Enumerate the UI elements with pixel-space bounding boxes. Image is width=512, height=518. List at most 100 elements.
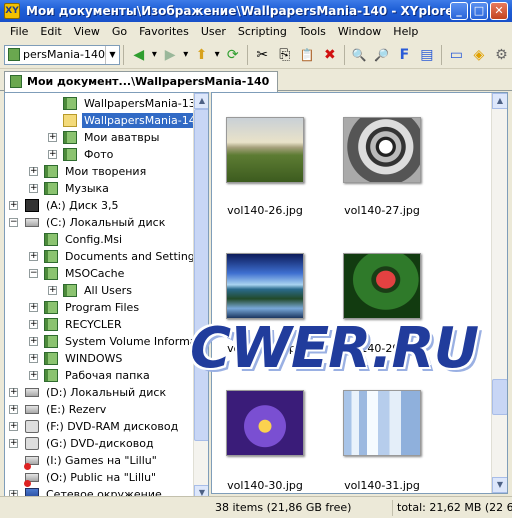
back-dropdown-icon[interactable]: ▾ <box>151 44 159 66</box>
file-name[interactable]: vol140-30.jpg <box>215 479 315 492</box>
title-bar[interactable]: XY Мои документы\Изображение\WallpapersM… <box>0 0 512 22</box>
tree-item[interactable]: WallpapersMania-138 <box>5 95 203 112</box>
menu-tools[interactable]: Tools <box>293 25 332 38</box>
thumbnail-image[interactable] <box>226 390 304 456</box>
thumbnail-image[interactable] <box>226 117 304 183</box>
tree-item[interactable]: + RECYCLER <box>5 316 193 333</box>
menu-go[interactable]: Go <box>106 25 133 38</box>
address-input[interactable]: persMania-140\ <box>23 48 105 61</box>
tree-item[interactable]: + (G:) DVD-дисковод <box>5 435 193 452</box>
tree-item[interactable]: + All Users <box>5 282 193 299</box>
tree-item[interactable]: + System Volume Information <box>5 333 208 350</box>
files-vertical-scrollbar[interactable]: ▲ ▼ <box>491 93 507 493</box>
thumbnail-image[interactable] <box>343 253 421 319</box>
file-name[interactable]: vol140-31.jpg <box>332 479 432 492</box>
paste-icon[interactable]: 📋 <box>297 44 319 66</box>
catalog-icon[interactable]: ◈ <box>468 44 490 66</box>
address-dropdown-icon[interactable]: ▼ <box>105 45 119 64</box>
tree-item[interactable]: (I:) Games на "Lillu" <box>5 452 193 470</box>
copy-icon[interactable]: ⎘ <box>274 44 296 66</box>
expand-icon[interactable]: + <box>48 286 57 295</box>
menu-view[interactable]: View <box>68 25 106 38</box>
app-icon[interactable]: XY <box>4 3 20 19</box>
expand-icon[interactable]: + <box>9 422 18 431</box>
expand-icon[interactable]: + <box>48 150 57 159</box>
folder-tree[interactable]: WallpapersMania-138 WallpapersMania-140 … <box>4 92 209 502</box>
file-name[interactable]: vol140-26.jpg <box>215 204 315 217</box>
cut-icon[interactable]: ✂ <box>252 44 274 66</box>
expand-icon[interactable]: + <box>29 320 38 329</box>
file-list[interactable]: vol140-26.jpg vol140-27.jpg vol140-28.jp… <box>211 92 508 494</box>
tree-item[interactable]: + (A:) Диск 3,5 <box>5 197 193 214</box>
menu-help[interactable]: Help <box>387 25 424 38</box>
expand-icon[interactable]: + <box>29 303 38 312</box>
expand-icon[interactable]: + <box>9 388 18 397</box>
menu-file[interactable]: File <box>4 25 34 38</box>
tree-item[interactable]: + Мои аватвры <box>5 129 193 146</box>
tab-current-folder[interactable]: Мои документ...\WallpapersMania-140 <box>4 71 279 92</box>
tree-item-selected[interactable]: WallpapersMania-140 <box>5 112 205 129</box>
scroll-down-button[interactable]: ▼ <box>492 477 507 493</box>
tree-item[interactable]: + (E:) Rezerv <box>5 401 193 418</box>
scroll-thumb[interactable] <box>194 109 208 441</box>
filter-icon[interactable]: F <box>394 44 416 66</box>
search-icon[interactable]: 🔍 <box>349 44 371 66</box>
expand-icon[interactable]: + <box>9 201 18 210</box>
tree-item[interactable]: Config.Msi <box>5 231 193 248</box>
scroll-up-button[interactable]: ▲ <box>492 93 507 109</box>
tree-item[interactable]: + (D:) Локальный диск <box>5 384 193 401</box>
properties-icon[interactable]: ▤ <box>416 44 438 66</box>
delete-icon[interactable]: ✖ <box>319 44 341 66</box>
file-name[interactable]: vol140-28.jpg <box>215 342 315 355</box>
thumbnail-image[interactable] <box>226 253 304 319</box>
tree-item[interactable]: − MSOCache <box>5 265 193 282</box>
tree-item[interactable]: + Documents and Settings <box>5 248 201 265</box>
up-folder-icon[interactable]: ⬆ <box>191 44 213 66</box>
find-icon[interactable]: 🔎 <box>371 44 393 66</box>
expand-icon[interactable]: + <box>29 184 38 193</box>
collapse-icon[interactable]: − <box>9 218 18 227</box>
settings-gear-icon[interactable]: ⚙ <box>491 44 512 66</box>
expand-icon[interactable]: + <box>9 439 18 448</box>
layout-icon[interactable]: ▭ <box>446 44 468 66</box>
thumbnail-image[interactable] <box>343 390 421 456</box>
tree-item[interactable]: (O:) Public на "Lillu" <box>5 469 193 487</box>
tree-item[interactable]: + Рабочая папка <box>5 367 193 384</box>
up-dropdown-icon[interactable]: ▾ <box>213 44 221 66</box>
tree-item[interactable]: + WINDOWS <box>5 350 193 367</box>
tree-item[interactable]: + Program Files <box>5 299 193 316</box>
minimize-button[interactable]: _ <box>450 2 468 20</box>
menu-window[interactable]: Window <box>332 25 387 38</box>
forward-icon[interactable]: ▶ <box>159 44 181 66</box>
file-name[interactable]: vol140-27.jpg <box>332 204 432 217</box>
file-name[interactable]: vol140-29.jpg <box>332 342 432 355</box>
expand-icon[interactable]: + <box>29 371 38 380</box>
tree-item-label: (I:) Games на "Lillu" <box>46 454 157 467</box>
tree-item[interactable]: + (F:) DVD-RAM дисковод <box>5 418 193 435</box>
tree-item[interactable]: + Мои творения <box>5 163 193 180</box>
thumbnail-image[interactable] <box>343 117 421 183</box>
menu-scripting[interactable]: Scripting <box>232 25 293 38</box>
tree-vertical-scrollbar[interactable]: ▲ ▼ <box>193 93 208 501</box>
menu-edit[interactable]: Edit <box>34 25 67 38</box>
expand-icon[interactable]: + <box>9 405 18 414</box>
menu-favorites[interactable]: Favorites <box>133 25 195 38</box>
maximize-button[interactable]: □ <box>470 2 488 20</box>
menu-user[interactable]: User <box>195 25 232 38</box>
address-bar[interactable]: persMania-140\ ▼ <box>4 44 120 65</box>
forward-dropdown-icon[interactable]: ▾ <box>182 44 190 66</box>
expand-icon[interactable]: + <box>29 354 38 363</box>
close-button[interactable]: ✕ <box>490 2 508 20</box>
scroll-up-button[interactable]: ▲ <box>194 93 208 109</box>
tree-item[interactable]: − (C:) Локальный диск <box>5 214 193 231</box>
tree-item[interactable]: + Фото <box>5 146 193 163</box>
scroll-thumb[interactable] <box>492 379 507 415</box>
tree-item[interactable]: + Музыка <box>5 180 193 197</box>
expand-icon[interactable]: + <box>48 133 57 142</box>
expand-icon[interactable]: + <box>29 337 38 346</box>
expand-icon[interactable]: + <box>29 167 38 176</box>
expand-icon[interactable]: + <box>29 252 38 261</box>
back-icon[interactable]: ◀ <box>128 44 150 66</box>
collapse-icon[interactable]: − <box>29 269 38 278</box>
refresh-icon[interactable]: ⟳ <box>222 44 244 66</box>
